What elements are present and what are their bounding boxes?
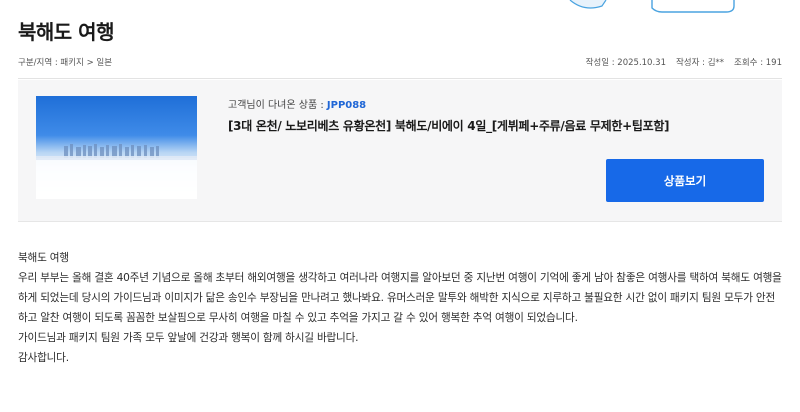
view-product-button[interactable]: 상품보기 <box>606 159 764 202</box>
post-date: 작성일 : 2025.10.31 <box>585 58 666 68</box>
decorative-graphic <box>569 0 735 13</box>
review-paragraph: 감사합니다. <box>18 352 69 364</box>
meta-row: 구분/지역 : 패키지 > 일본 작성일 : 2025.10.31 작성자 : … <box>18 56 782 70</box>
view-count: 조회수 : 191 <box>734 58 782 68</box>
product-card: 고객님이 다녀온 상품 : JPP088 [3대 온천/ 노보리베츠 유황온천]… <box>18 80 782 222</box>
guest-product-label: 고객님이 다녀온 상품 : <box>228 100 327 111</box>
snow-landscape-image <box>36 144 197 199</box>
breadcrumb: 구분/지역 : 패키지 > 일본 <box>18 58 113 68</box>
product-thumbnail[interactable] <box>36 96 197 199</box>
divider <box>18 78 782 79</box>
review-paragraph: 가이드님과 패키지 팀원 가족 모두 앞날에 건강과 행복이 함께 하시길 바랍… <box>18 332 359 344</box>
post-author: 작성자 : 김** <box>675 58 725 68</box>
page-title: 북해도 여행 <box>18 20 114 44</box>
guest-product-line: 고객님이 다녀온 상품 : JPP088 <box>228 96 366 111</box>
review-body: 북해도 여행 우리 부부는 올해 결혼 40주년 기념으로 올해 초부터 해외여… <box>18 248 782 368</box>
post-meta: 작성일 : 2025.10.31 작성자 : 김** 조회수 : 191 <box>586 56 782 68</box>
product-code: JPP088 <box>326 100 367 111</box>
review-paragraph: 우리 부부는 올해 결혼 40주년 기념으로 올해 초부터 해외여행을 생각하고… <box>18 272 782 324</box>
review-paragraph: 북해도 여행 <box>18 252 69 264</box>
product-name[interactable]: [3대 온천/ 노보리베츠 유황온천] 북해도/비에이 4일_[게뷔페+주류/음… <box>228 117 670 134</box>
